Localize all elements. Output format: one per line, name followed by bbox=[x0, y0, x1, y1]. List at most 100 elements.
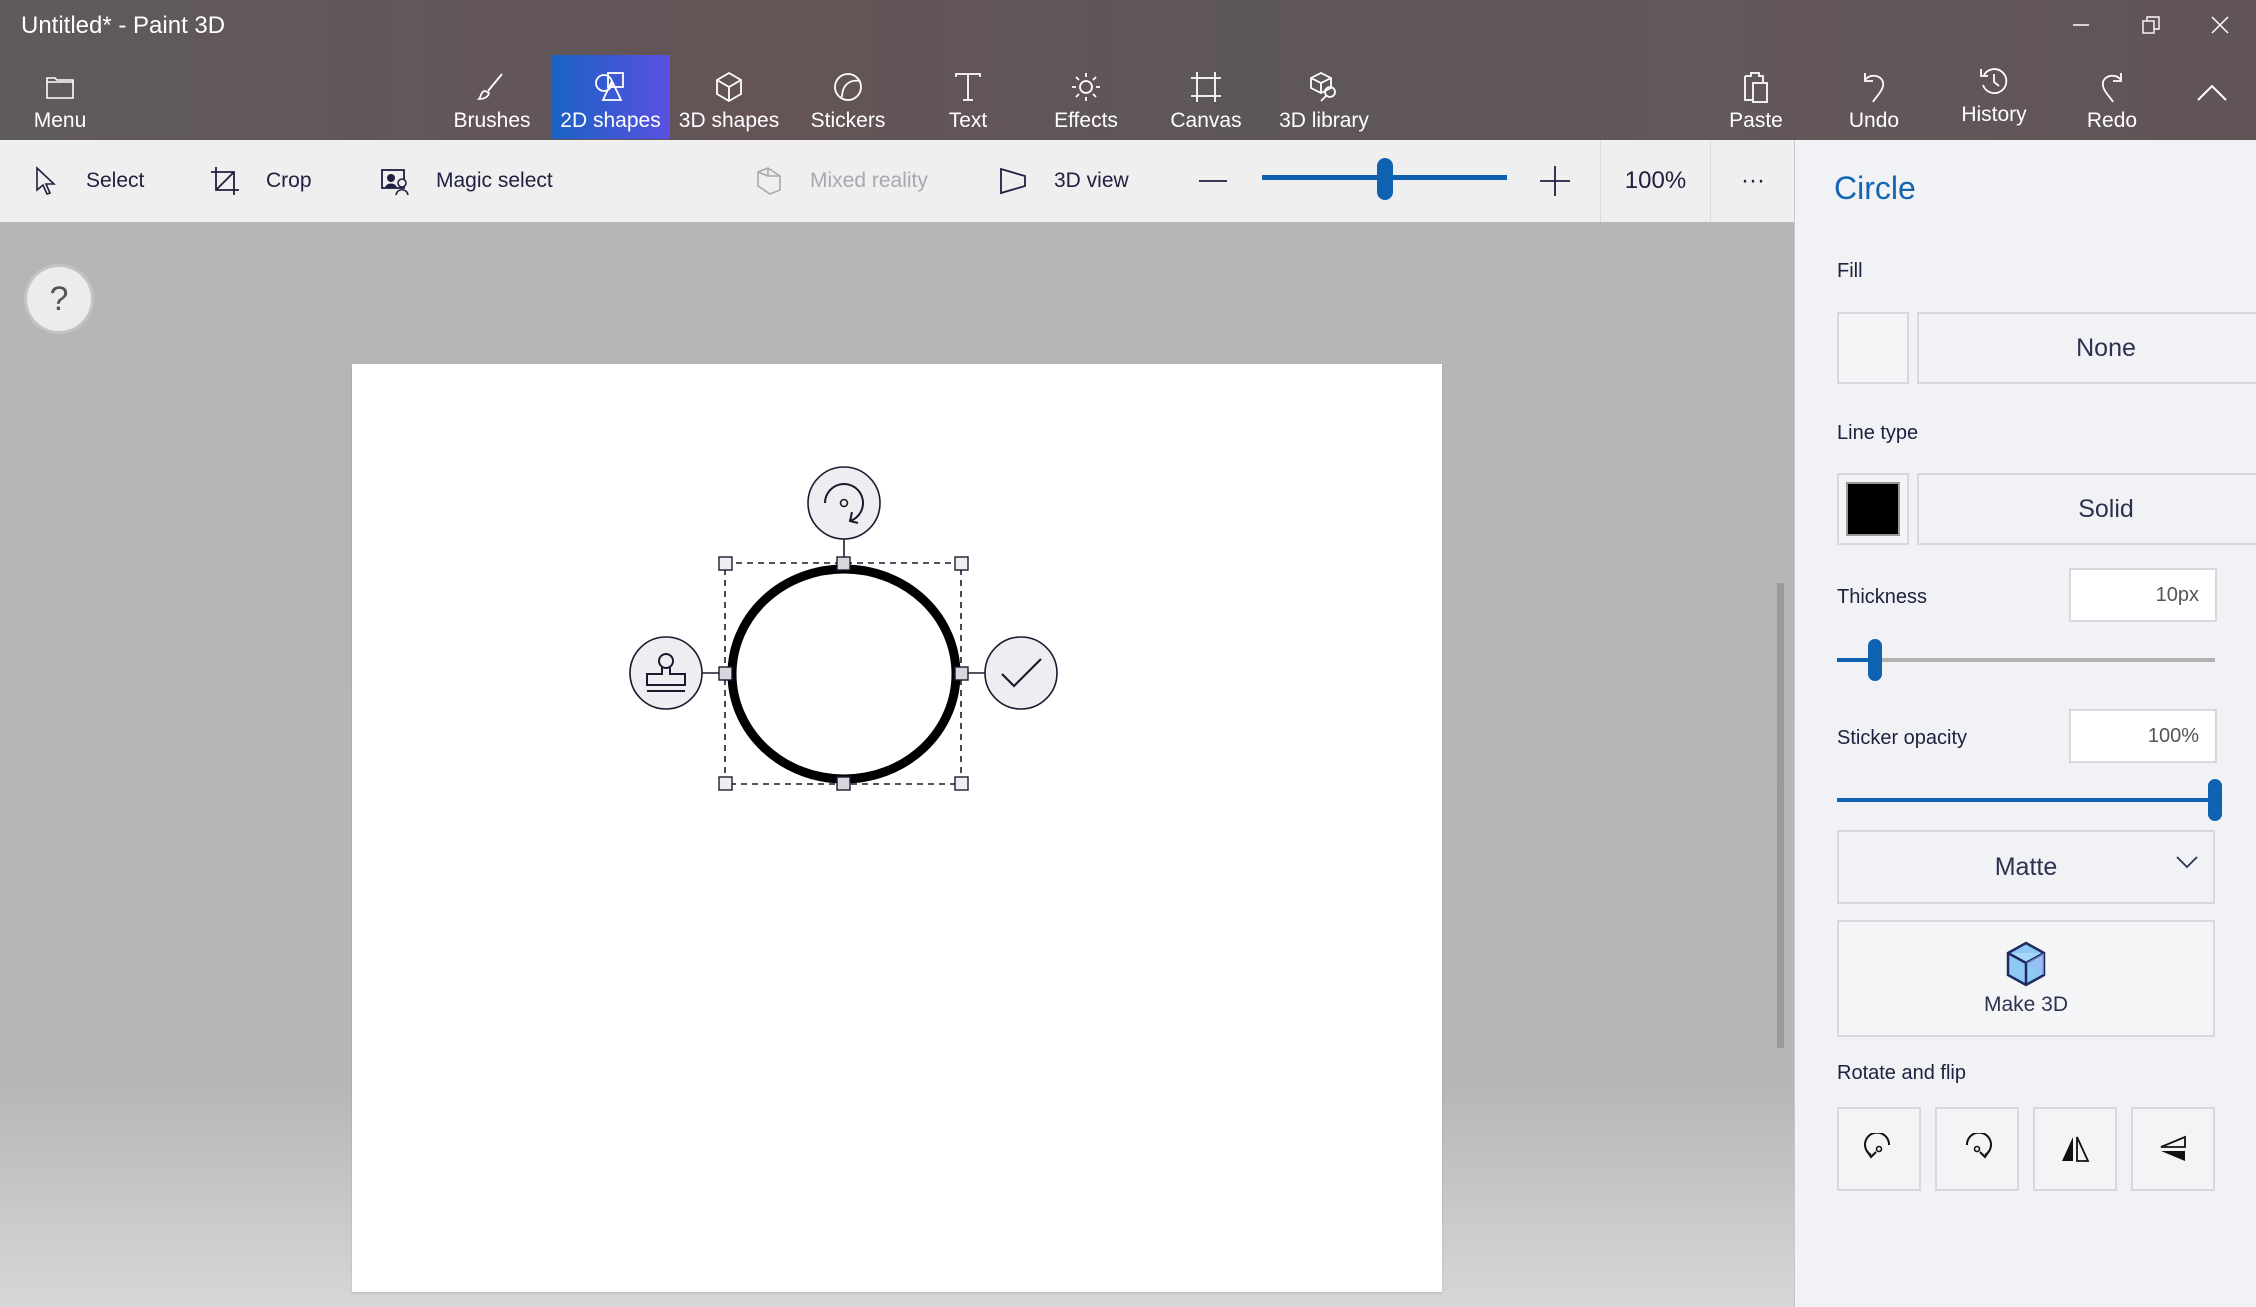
magic-select-tool[interactable]: Magic select bbox=[378, 140, 553, 222]
rotate-flip-label: Rotate and flip bbox=[1837, 1062, 1966, 1084]
line-type-label: Line type bbox=[1837, 422, 1919, 444]
cursor-icon bbox=[36, 166, 56, 195]
fill-dropdown[interactable]: None bbox=[1917, 312, 2256, 384]
rotate-handle[interactable] bbox=[807, 466, 881, 540]
zoom-slider-thumb[interactable] bbox=[1376, 158, 1393, 200]
tool-bar: Select Crop Magic select Mixed reality 3… bbox=[0, 140, 1794, 223]
canvas-icon bbox=[1191, 72, 1221, 102]
resize-handle-top-left[interactable] bbox=[718, 556, 733, 571]
resize-handle-top-right[interactable] bbox=[954, 556, 969, 571]
tab-effects[interactable]: Effects bbox=[1027, 55, 1145, 139]
close-button[interactable] bbox=[2190, 8, 2250, 42]
flip-horizontal-button[interactable] bbox=[2033, 1107, 2117, 1191]
more-options-button[interactable]: ··· bbox=[1733, 164, 1773, 198]
collapse-ribbon-button[interactable] bbox=[2196, 82, 2232, 112]
thickness-slider-thumb[interactable] bbox=[1867, 639, 1882, 681]
zoom-level[interactable]: 100% bbox=[1600, 140, 1711, 222]
resize-handle-right[interactable] bbox=[954, 666, 969, 681]
fill-dropdown-value: None bbox=[2076, 333, 2136, 362]
panel-title: Circle bbox=[1834, 170, 1916, 206]
text-icon bbox=[955, 73, 981, 101]
sticker-icon bbox=[834, 73, 862, 101]
resize-handle-left[interactable] bbox=[718, 666, 733, 681]
restore-button[interactable] bbox=[2121, 8, 2181, 42]
history-label: History bbox=[1961, 103, 2027, 126]
mixed-reality-tool[interactable]: Mixed reality bbox=[752, 140, 928, 222]
mixed-reality-icon bbox=[757, 167, 781, 195]
tab-stickers-label: Stickers bbox=[810, 109, 886, 132]
sun-icon bbox=[1072, 73, 1100, 101]
line-color-swatch[interactable] bbox=[1837, 473, 1909, 545]
tab-canvas[interactable]: Canvas bbox=[1147, 55, 1265, 139]
menu-button[interactable]: Menu bbox=[0, 55, 120, 139]
tab-brushes-label: Brushes bbox=[453, 109, 531, 132]
thickness-slider[interactable] bbox=[1837, 639, 2215, 681]
sticker-opacity-slider[interactable] bbox=[1837, 779, 2222, 821]
window-title: Untitled* - Paint 3D bbox=[21, 12, 226, 39]
tab-3d-shapes[interactable]: 3D shapes bbox=[670, 55, 788, 139]
redo-label: Redo bbox=[2086, 109, 2138, 132]
commit-handle[interactable] bbox=[984, 636, 1058, 710]
undo-icon bbox=[1864, 73, 1884, 103]
redo-icon bbox=[2102, 73, 2122, 103]
undo-label: Undo bbox=[1848, 109, 1900, 132]
mixed-reality-label: Mixed reality bbox=[810, 169, 928, 192]
make-3d-button[interactable]: Make 3D bbox=[1837, 920, 2215, 1037]
resize-handle-bottom[interactable] bbox=[836, 776, 851, 791]
line-type-dropdown[interactable]: Solid bbox=[1917, 473, 2256, 545]
undo-button[interactable]: Undo bbox=[1815, 55, 1933, 139]
3d-shapes-icon bbox=[716, 71, 742, 103]
paste-label: Paste bbox=[1729, 109, 1783, 132]
circle-shape[interactable] bbox=[727, 564, 961, 784]
resize-handle-bottom-right[interactable] bbox=[954, 776, 969, 791]
zoom-out-button[interactable] bbox=[1196, 164, 1230, 198]
rotate-right-button[interactable] bbox=[1935, 1107, 2019, 1191]
rotate-right-icon bbox=[1965, 1133, 1992, 1159]
select-tool[interactable]: Select bbox=[28, 140, 144, 222]
thickness-input[interactable]: 10px bbox=[2069, 568, 2217, 622]
chevron-down-icon bbox=[2176, 856, 2198, 869]
stamp-handle[interactable] bbox=[629, 636, 703, 710]
fill-color-swatch[interactable] bbox=[1837, 312, 1909, 384]
sticker-opacity-input[interactable]: 100% bbox=[2069, 709, 2217, 763]
select-label: Select bbox=[86, 169, 145, 192]
paste-button[interactable]: Paste bbox=[1697, 55, 1815, 139]
opacity-slider-thumb[interactable] bbox=[2208, 779, 2222, 821]
restore-icon bbox=[2142, 16, 2160, 34]
magic-select-icon bbox=[381, 169, 409, 196]
crop-tool[interactable]: Crop bbox=[208, 140, 312, 222]
crop-label: Crop bbox=[266, 169, 312, 192]
tab-brushes[interactable]: Brushes bbox=[433, 55, 551, 139]
redo-button[interactable]: Redo bbox=[2053, 55, 2171, 139]
resize-handle-bottom-left[interactable] bbox=[718, 776, 733, 791]
minimize-icon bbox=[2073, 24, 2089, 26]
tab-2d-shapes-label: 2D shapes bbox=[560, 109, 661, 132]
tab-text[interactable]: Text bbox=[909, 55, 1027, 139]
3d-view-toggle[interactable]: 3D view bbox=[996, 140, 1129, 222]
tab-effects-label: Effects bbox=[1054, 109, 1118, 132]
minus-icon bbox=[1199, 180, 1227, 182]
rotate-left-icon bbox=[1864, 1133, 1891, 1159]
minimize-button[interactable] bbox=[2051, 8, 2111, 42]
vertical-scrollbar[interactable] bbox=[1777, 583, 1784, 1048]
rotate-left-button[interactable] bbox=[1837, 1107, 1921, 1191]
zoom-in-button[interactable] bbox=[1538, 164, 1572, 198]
flip-horizontal-icon bbox=[2062, 1136, 2090, 1162]
brush-icon bbox=[476, 73, 503, 100]
tab-3d-library[interactable]: 3D library bbox=[1265, 55, 1383, 139]
tab-canvas-label: Canvas bbox=[1170, 109, 1242, 132]
finish-dropdown[interactable]: Matte bbox=[1837, 830, 2215, 904]
crop-icon bbox=[211, 167, 239, 195]
fill-label: Fill bbox=[1837, 260, 1863, 282]
folder-icon bbox=[46, 77, 74, 99]
tab-2d-shapes[interactable]: 2D shapes bbox=[551, 55, 670, 139]
flip-vertical-button[interactable] bbox=[2131, 1107, 2215, 1191]
opacity-slider-fill bbox=[1837, 798, 2215, 802]
flip-vertical-icon bbox=[2160, 1135, 2186, 1161]
zoom-slider[interactable] bbox=[1262, 158, 1507, 215]
help-button[interactable]: ? bbox=[27, 267, 91, 331]
tab-stickers[interactable]: Stickers bbox=[789, 55, 907, 139]
properties-panel: Circle Fill None Line type Solid Thickne… bbox=[1794, 140, 2256, 1307]
history-button[interactable]: History bbox=[1935, 55, 2053, 139]
resize-handle-top[interactable] bbox=[836, 556, 851, 571]
